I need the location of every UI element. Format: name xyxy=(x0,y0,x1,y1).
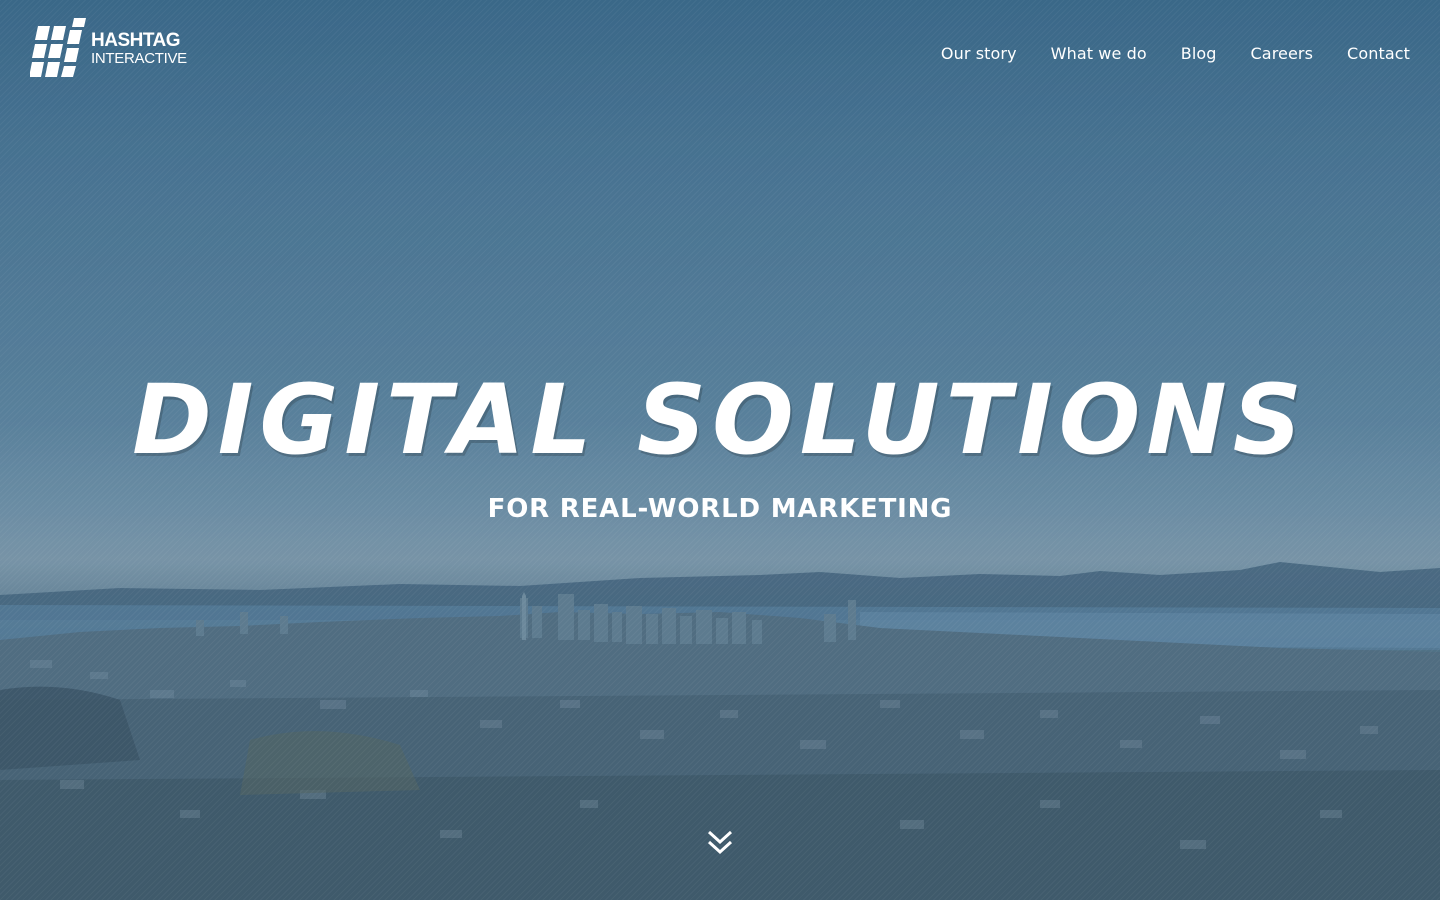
nav-item-blog[interactable]: Blog xyxy=(1181,42,1217,66)
nav-item-our-story[interactable]: Our story xyxy=(941,42,1017,66)
logo-name-line2: INTERACTIVE xyxy=(91,49,187,67)
hero-subheadline: FOR REAL-WORLD MARKETING xyxy=(487,494,953,524)
hero-section: HASHTAG INTERACTIVE Our story What we do… xyxy=(0,0,1440,900)
double-chevron-down-icon[interactable] xyxy=(705,828,735,858)
hero-headline: DIGITAL SOLUTIONS xyxy=(132,364,1308,476)
nav-item-what-we-do[interactable]: What we do xyxy=(1051,42,1147,66)
nav-item-careers[interactable]: Careers xyxy=(1251,42,1314,66)
main-nav: Our story What we do Blog Careers Contac… xyxy=(941,42,1410,66)
logo-wordmark: HASHTAG INTERACTIVE xyxy=(91,31,187,66)
hashtag-logo-icon xyxy=(30,18,86,77)
logo-name-line1: HASHTAG xyxy=(91,29,181,51)
nav-item-contact[interactable]: Contact xyxy=(1347,42,1410,66)
site-header: HASHTAG INTERACTIVE Our story What we do… xyxy=(0,0,1440,110)
site-logo[interactable]: HASHTAG INTERACTIVE xyxy=(30,18,187,78)
